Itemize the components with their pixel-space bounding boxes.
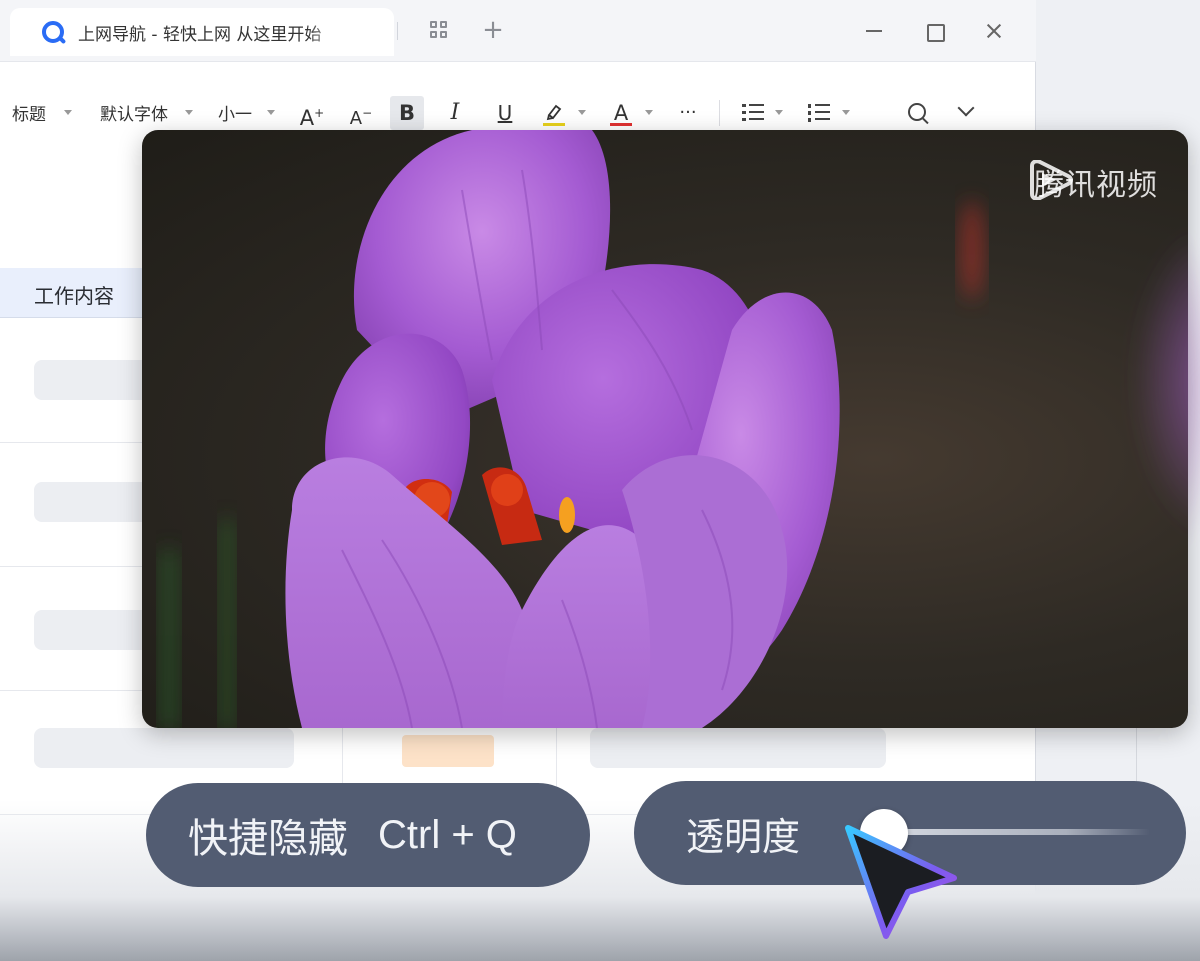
apps-icon[interactable] [428, 18, 452, 42]
table-row [34, 728, 294, 768]
video-watermark: 腾讯视频 [1028, 160, 1158, 204]
chevron-down-icon [578, 110, 586, 115]
font-size-dropdown[interactable]: 小一 [218, 100, 252, 125]
highlight-button[interactable] [537, 96, 571, 130]
status-badge [402, 735, 494, 767]
chevron-down-icon [842, 110, 850, 115]
column-header-work-content: 工作内容 [34, 284, 114, 308]
table-row [34, 610, 154, 650]
table-row [590, 728, 886, 768]
chevron-down-icon [185, 110, 193, 115]
heading-style-dropdown[interactable]: 标题 [12, 100, 46, 125]
underline-button[interactable]: U [488, 96, 522, 130]
italic-button[interactable]: I [438, 96, 472, 130]
close-icon[interactable] [982, 19, 1006, 43]
toolbar-divider [719, 100, 720, 126]
chevron-down-icon [64, 110, 72, 115]
browser-logo-icon [42, 21, 64, 43]
mouse-cursor-icon [845, 825, 957, 939]
title-bar: 上网导航 - 轻快上网 从这里开始 + [0, 0, 1036, 62]
table-row [34, 482, 154, 522]
new-tab-icon[interactable]: + [481, 17, 505, 43]
search-icon[interactable] [908, 103, 926, 121]
decrease-font-button[interactable]: A− [344, 96, 378, 130]
table-row [34, 360, 154, 400]
browser-tab[interactable]: 上网导航 - 轻快上网 从这里开始 [10, 8, 394, 56]
chevron-down-icon [267, 110, 275, 115]
bold-button[interactable]: B [390, 96, 424, 130]
tab-separator [397, 22, 398, 40]
more-options-button[interactable]: ··· [671, 96, 705, 130]
quick-hide-pill[interactable]: 快捷隐藏 Ctrl + Q [146, 783, 590, 887]
chevron-down-icon[interactable] [957, 99, 975, 117]
video-frame-flower [160, 130, 1188, 728]
chevron-down-icon [775, 110, 783, 115]
tab-title: 上网导航 - 轻快上网 从这里开始 [78, 24, 322, 45]
quick-hide-shortcut: Ctrl + Q [378, 812, 517, 857]
maximize-icon[interactable] [922, 19, 946, 43]
bullet-list-icon[interactable] [742, 102, 764, 122]
opacity-label: 透明度 [686, 814, 801, 859]
font-color-button[interactable]: A [604, 96, 638, 130]
quick-hide-label: 快捷隐藏 [188, 816, 348, 862]
minimize-icon[interactable] [862, 19, 886, 43]
chevron-down-icon [645, 110, 653, 115]
floating-video-player[interactable]: 腾讯视频 [142, 130, 1188, 728]
font-family-dropdown[interactable]: 默认字体 [100, 100, 168, 125]
numbered-list-icon[interactable] [808, 102, 830, 122]
increase-font-button[interactable]: A+ [295, 96, 329, 130]
tencent-video-logo-icon [1030, 160, 1073, 200]
